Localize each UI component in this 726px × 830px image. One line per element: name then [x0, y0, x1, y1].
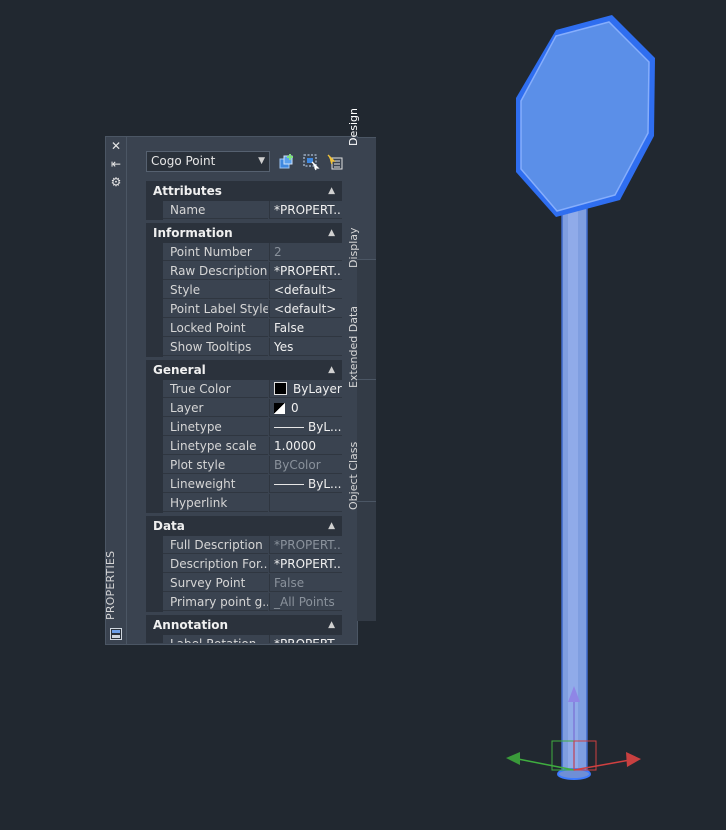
y-axis-arrow	[506, 752, 520, 765]
property-row-full-description[interactable]: Full Description *PROPERT...	[146, 536, 342, 555]
property-value[interactable]: False	[269, 319, 342, 337]
linetype-preview-icon	[274, 427, 304, 428]
property-row-name[interactable]: Name *PROPERT...	[146, 201, 342, 220]
object-type-label: Cogo Point	[151, 154, 216, 168]
category-information[interactable]: Information ▲	[146, 223, 342, 243]
autohide-icon[interactable]: ⇤	[109, 157, 123, 171]
property-value[interactable]: *PROPERT...	[269, 635, 342, 643]
property-row-true-color[interactable]: True Color ByLayer	[146, 380, 342, 399]
property-row-survey-point[interactable]: Survey Point False	[146, 574, 342, 593]
property-value[interactable]: 0	[269, 399, 342, 417]
property-row-layer[interactable]: Layer 0	[146, 399, 342, 418]
property-row-point-number[interactable]: Point Number 2	[146, 243, 342, 262]
property-value[interactable]: Yes	[269, 338, 342, 356]
property-value: 2	[269, 243, 342, 261]
object-type-dropdown[interactable]: Cogo Point ▼	[146, 151, 270, 172]
property-value[interactable]	[269, 494, 342, 512]
property-value[interactable]: *PROPERT...	[269, 262, 342, 280]
category-general[interactable]: General ▲	[146, 360, 342, 380]
properties-icon	[110, 628, 122, 640]
property-value: *PROPERT...	[269, 536, 342, 554]
property-row-hyperlink[interactable]: Hyperlink	[146, 494, 342, 513]
property-row-lineweight[interactable]: Lineweight ByL...	[146, 475, 342, 494]
property-row-point-label-style[interactable]: Point Label Style <default>	[146, 300, 342, 319]
x-axis-arrow	[626, 752, 641, 767]
property-tabs: Design Display Extended Data Object Clas…	[347, 108, 376, 621]
layer-color-icon	[274, 403, 285, 414]
property-value[interactable]: ByL...	[269, 475, 342, 493]
stop-sign-model[interactable]	[516, 15, 655, 780]
property-row-raw-description[interactable]: Raw Description *PROPERT...	[146, 262, 342, 281]
property-value[interactable]: *PROPERT...	[269, 201, 342, 219]
chevron-up-icon: ▲	[328, 186, 335, 196]
property-value: False	[269, 574, 342, 592]
chevron-up-icon: ▲	[328, 620, 335, 630]
palette-title: PROPERTIES	[104, 551, 117, 620]
chevron-down-icon: ▼	[258, 156, 265, 166]
property-value[interactable]: 1.0000	[269, 437, 342, 455]
close-icon[interactable]: ✕	[109, 139, 123, 153]
category-attributes[interactable]: Attributes ▲	[146, 181, 342, 201]
property-value[interactable]: ByL...	[269, 418, 342, 436]
select-objects-icon[interactable]	[302, 153, 320, 171]
property-row-linetype[interactable]: Linetype ByL...	[146, 418, 342, 437]
sign-face	[520, 21, 650, 212]
lineweight-preview-icon	[274, 484, 304, 485]
property-value[interactable]: *PROPERT...	[269, 555, 342, 573]
category-annotation[interactable]: Annotation ▲	[146, 615, 342, 635]
property-value[interactable]: <default>	[269, 281, 342, 299]
property-grid: Attributes ▲ Name *PROPERT... Information ▲…	[146, 181, 342, 643]
property-row-description-format[interactable]: Description For... *PROPERT...	[146, 555, 342, 574]
property-value: _All Points	[269, 593, 342, 611]
chevron-up-icon: ▲	[328, 521, 335, 531]
ucs-gizmo[interactable]	[506, 686, 641, 771]
property-row-linetype-scale[interactable]: Linetype scale 1.0000	[146, 437, 342, 456]
toggle-pickadd-icon[interactable]	[278, 153, 296, 171]
property-row-show-tooltips[interactable]: Show Tooltips Yes	[146, 338, 342, 357]
quick-select-icon[interactable]	[326, 153, 344, 171]
color-swatch-icon	[274, 382, 287, 395]
property-row-plot-style[interactable]: Plot style ByColor	[146, 456, 342, 475]
property-row-style[interactable]: Style <default>	[146, 281, 342, 300]
property-value[interactable]: <default>	[269, 300, 342, 318]
property-row-label-rotation[interactable]: Label Rotation*PROPERT...	[146, 635, 342, 643]
chevron-up-icon: ▲	[328, 365, 335, 375]
settings-icon[interactable]: ⚙	[109, 175, 123, 189]
property-value: ByColor	[269, 456, 342, 474]
property-value[interactable]: ByLayer	[269, 380, 342, 398]
property-row-primary-point-group[interactable]: Primary point g... _All Points	[146, 593, 342, 612]
property-row-locked-point[interactable]: Locked Point False	[146, 319, 342, 338]
category-data[interactable]: Data ▲	[146, 516, 342, 536]
tab-object-class[interactable]: Object Class	[347, 442, 376, 621]
chevron-up-icon: ▲	[328, 228, 335, 238]
